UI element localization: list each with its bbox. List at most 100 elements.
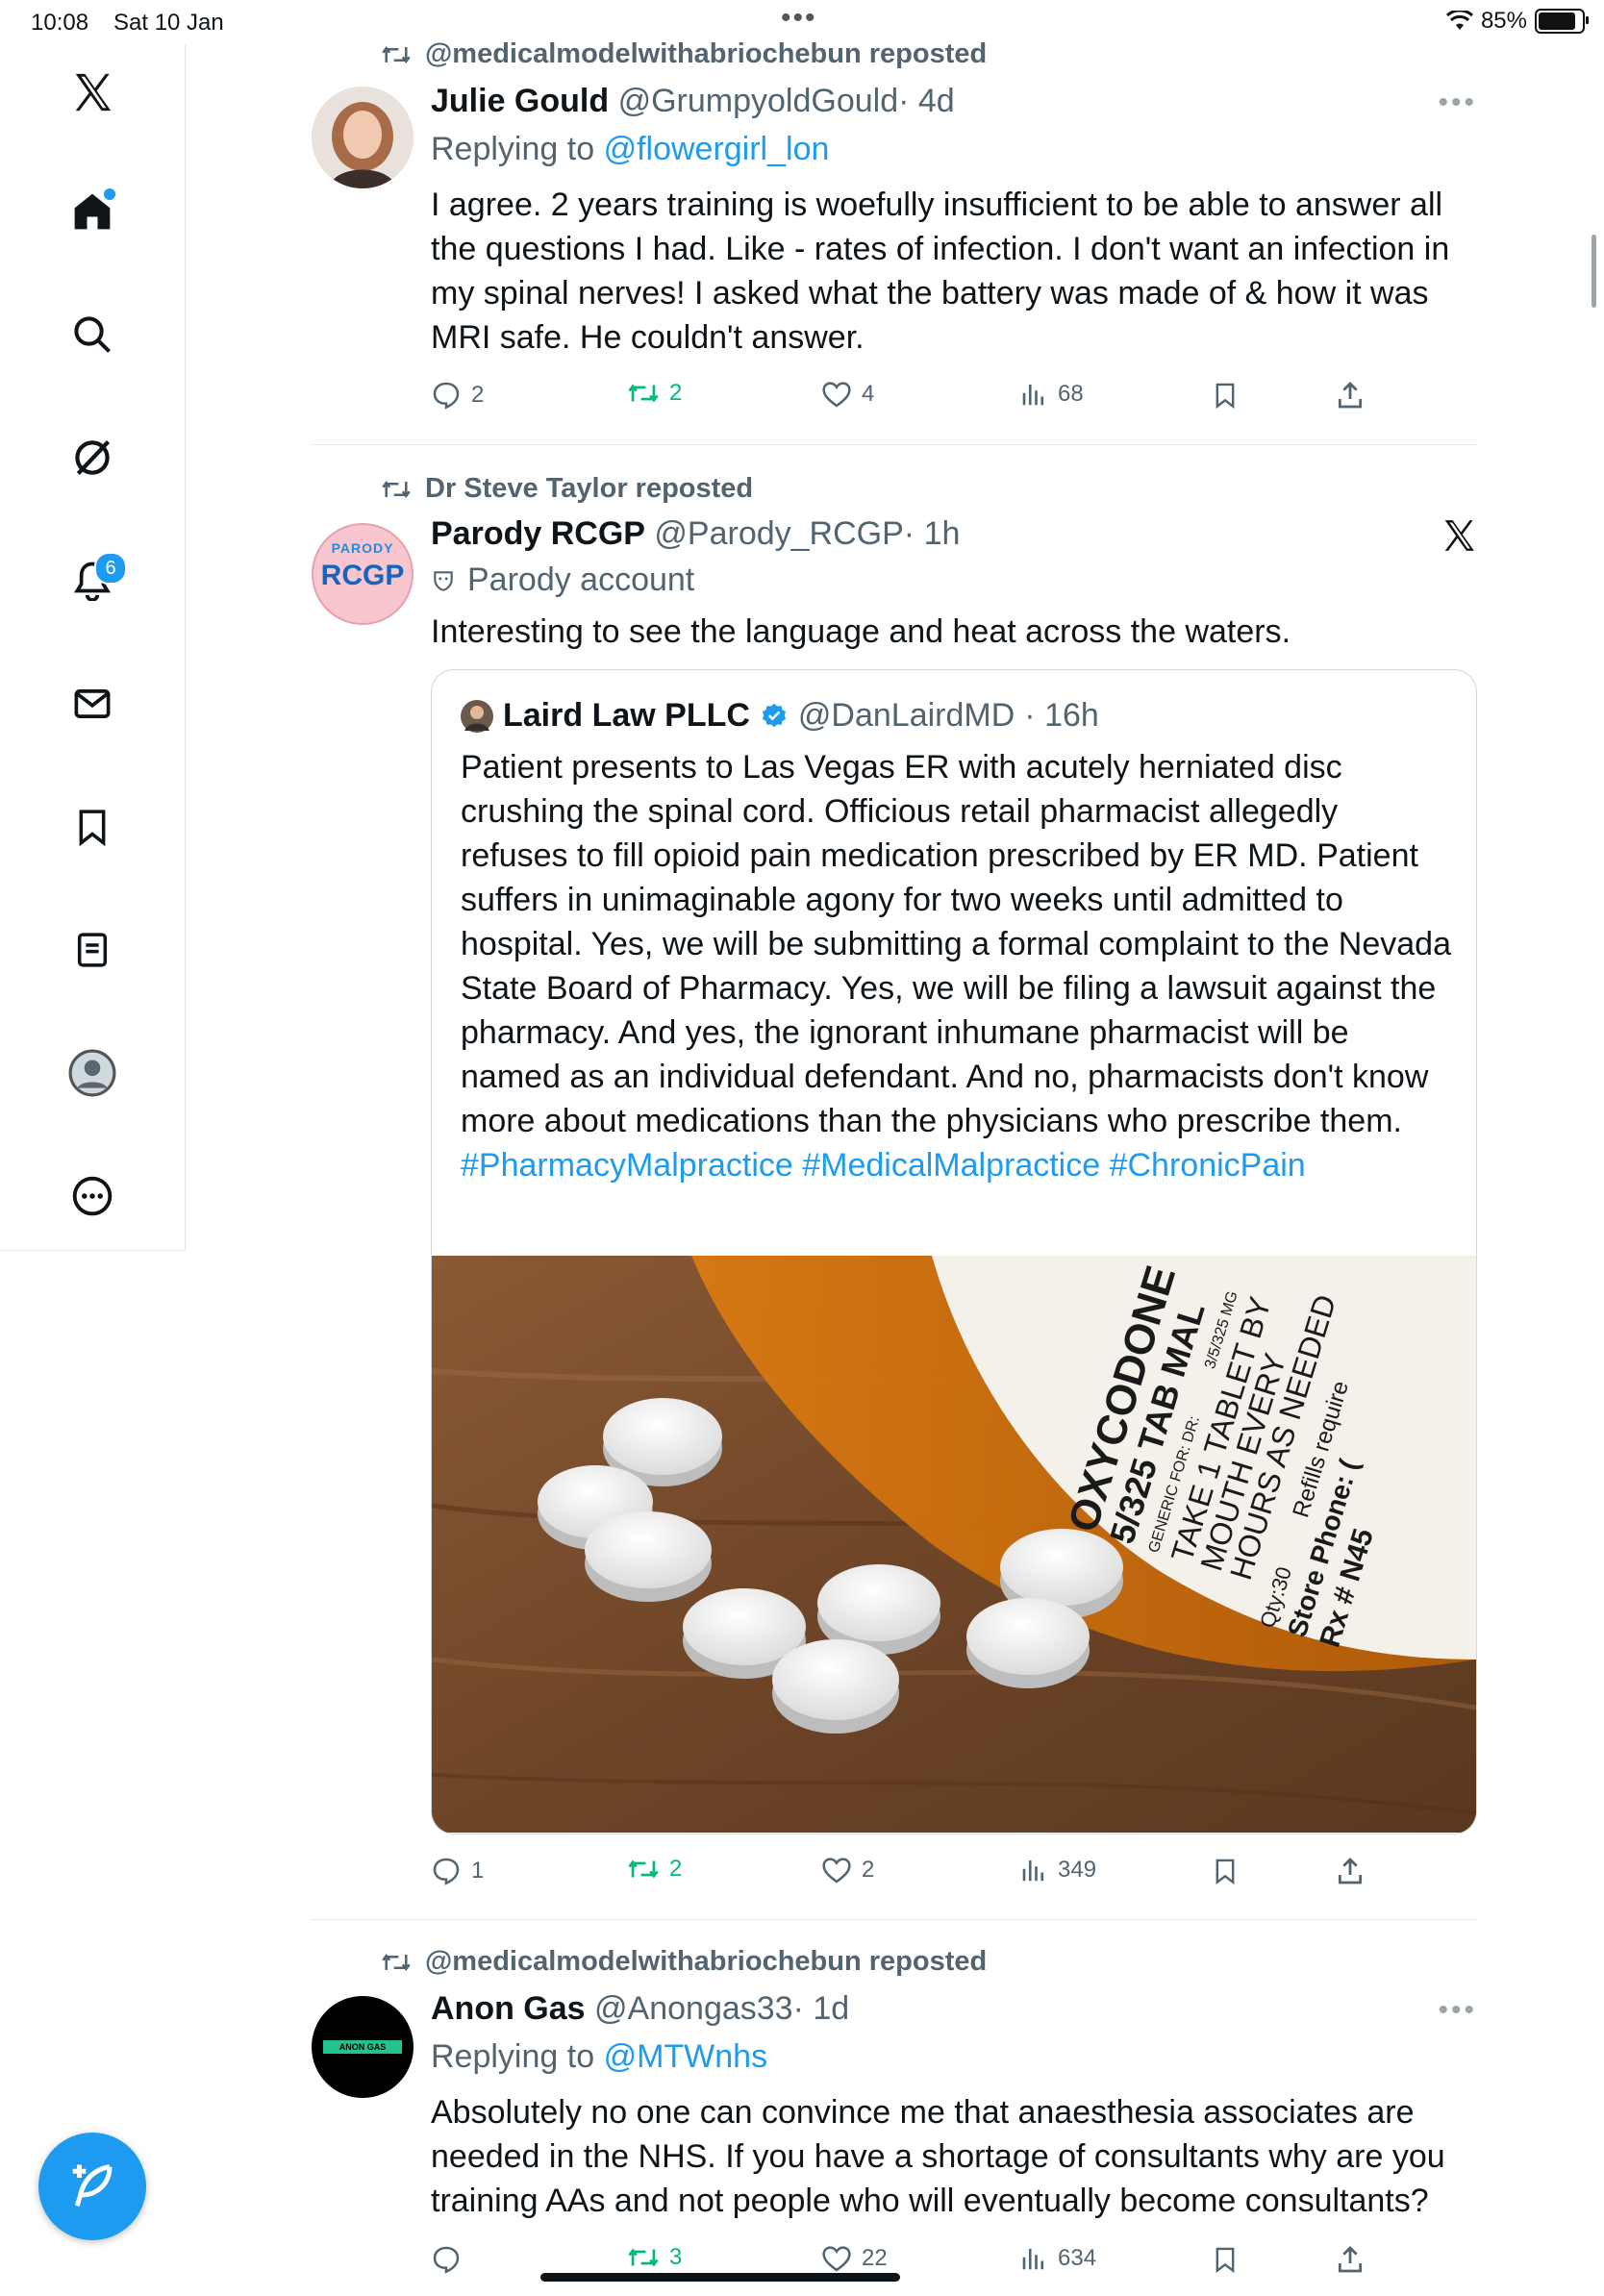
user-handle[interactable]: @GrumpyoldGould xyxy=(618,83,899,119)
repost-by-text: @medicalmodelwithabriochebun reposted xyxy=(425,1946,988,1977)
replying-to-label: Replying to xyxy=(431,2038,595,2075)
repost-button[interactable]: 2 xyxy=(627,1856,682,1883)
quoted-handle[interactable]: @DanLairdMD xyxy=(798,697,1015,735)
post-time[interactable]: · 1d xyxy=(793,1990,850,2027)
home-indicator[interactable] xyxy=(540,2273,900,2282)
compose-post-button[interactable] xyxy=(38,2133,146,2240)
sidebar-item-bookmarks[interactable] xyxy=(63,798,121,856)
views-count: 634 xyxy=(1058,2245,1097,2271)
reply-button[interactable]: 2 xyxy=(431,380,484,411)
sidebar-item-search[interactable] xyxy=(63,306,121,363)
like-button[interactable]: 2 xyxy=(821,1856,874,1884)
quoted-post[interactable]: Laird Law PLLC @DanLairdMD · 16h Patient … xyxy=(431,669,1477,1834)
x-logo-icon[interactable] xyxy=(63,63,121,121)
sidebar-item-grok[interactable] xyxy=(63,429,121,487)
notifications-badge: 6 xyxy=(94,552,127,585)
repost-icon xyxy=(382,1953,411,1971)
repost-button[interactable]: 3 xyxy=(627,2244,682,2271)
views-chart-icon xyxy=(1022,385,1044,406)
display-name[interactable]: Anon Gas xyxy=(431,1990,586,2027)
post-header: Julie Gould @GrumpyoldGould· 4d xyxy=(431,83,955,120)
status-right: 85% xyxy=(1445,8,1589,35)
profile-avatar-icon xyxy=(68,1049,116,1097)
views-chart-icon xyxy=(1022,2249,1044,2270)
post-text: I agree. 2 years training is woefully in… xyxy=(431,187,1450,356)
more-options-icon[interactable]: ••• xyxy=(1438,87,1477,119)
replying-to: Replying to @flowergirl_lon xyxy=(431,131,829,168)
repost-button[interactable]: 2 xyxy=(627,380,682,407)
like-count: 2 xyxy=(862,1857,875,1883)
home-unread-dot xyxy=(104,188,115,200)
user-handle[interactable]: @Anongas33 xyxy=(594,1990,793,2027)
quoted-post-text: Patient presents to Las Vegas ER with ac… xyxy=(461,745,1451,1187)
sidebar-item-lists[interactable] xyxy=(63,921,121,979)
action-bar: 1 2 2 349 xyxy=(431,1856,1392,1894)
avatar-parody-text: PARODY xyxy=(331,540,394,556)
bookmark-button[interactable] xyxy=(1212,2244,1239,2275)
repost-icon xyxy=(628,384,659,403)
views-button[interactable]: 634 xyxy=(1019,2244,1096,2273)
bookmark-button[interactable] xyxy=(1212,1856,1239,1886)
battery-icon xyxy=(1535,9,1589,34)
quoted-media-image[interactable]: OXYCODONE 5/325 TAB MAL 3/5/325 MG GENER… xyxy=(432,1256,1476,1833)
repost-indicator: @medicalmodelwithabriochebun reposted xyxy=(381,1946,987,1978)
user-handle[interactable]: @Parody_RCGP xyxy=(654,515,903,552)
repost-indicator: @medicalmodelwithabriochebun reposted xyxy=(381,38,987,70)
avatar[interactable]: ANON GAS xyxy=(312,1996,414,2098)
like-button[interactable]: 4 xyxy=(821,380,874,409)
like-count: 4 xyxy=(862,381,875,407)
battery-percent: 85% xyxy=(1480,8,1527,34)
views-button[interactable]: 68 xyxy=(1019,380,1084,409)
display-name[interactable]: Parody RCGP xyxy=(431,515,645,552)
bookmark-icon xyxy=(1216,2247,1235,2274)
more-circle-icon xyxy=(72,1176,113,1216)
verified-badge-icon xyxy=(762,703,787,727)
views-button[interactable]: 349 xyxy=(1019,1856,1096,1884)
like-count: 22 xyxy=(862,2245,888,2271)
sidebar-item-notifications[interactable]: 6 xyxy=(63,552,127,610)
sidebar-item-profile[interactable] xyxy=(63,1044,121,1102)
post-divider xyxy=(312,1919,1477,1920)
sidebar-item-more[interactable] xyxy=(63,1167,121,1225)
views-count: 349 xyxy=(1058,1857,1097,1883)
parody-account-text: Parody account xyxy=(467,562,695,598)
reply-handle-link[interactable]: @flowergirl_lon xyxy=(604,131,830,167)
post-julie-gould[interactable]: @medicalmodelwithabriochebun reposted Ju… xyxy=(312,38,1477,442)
bookmark-icon xyxy=(1216,383,1235,410)
avatar[interactable] xyxy=(312,87,414,188)
reply-handle-link[interactable]: @MTWnhs xyxy=(604,2038,768,2075)
post-time[interactable]: · 1h xyxy=(904,515,961,552)
reply-button[interactable] xyxy=(431,2244,471,2275)
post-parody-rcgp[interactable]: Dr Steve Taylor reposted PARODY RCGP Par… xyxy=(312,473,1477,1896)
quoted-post-header: Laird Law PLLC @DanLairdMD · 16h xyxy=(461,697,1099,735)
avatar[interactable]: PARODY RCGP xyxy=(312,523,414,625)
display-name[interactable]: Julie Gould xyxy=(431,83,609,119)
sidebar-item-home[interactable] xyxy=(63,183,121,240)
repost-icon xyxy=(628,2248,659,2267)
share-button[interactable] xyxy=(1335,1856,1366,1886)
like-button[interactable]: 22 xyxy=(821,2244,888,2273)
avatar-anon-gas-text: ANON GAS xyxy=(323,2040,402,2054)
scrollbar-thumb[interactable] xyxy=(1591,235,1596,308)
quoted-display-name[interactable]: Laird Law PLLC xyxy=(503,697,750,735)
reply-button[interactable]: 1 xyxy=(431,1856,484,1886)
grok-x-icon[interactable] xyxy=(1441,517,1477,559)
share-icon xyxy=(1338,2246,1363,2273)
post-time[interactable]: · 4d xyxy=(898,83,955,119)
repost-indicator: Dr Steve Taylor reposted xyxy=(381,473,753,505)
post-anon-gas[interactable]: @medicalmodelwithabriochebun reposted AN… xyxy=(312,1946,1477,2292)
quoted-hashtags[interactable]: #PharmacyMalpractice #MedicalMalpractice… xyxy=(461,1147,1306,1184)
search-icon xyxy=(74,316,111,353)
views-chart-icon xyxy=(1022,1860,1044,1882)
share-button[interactable] xyxy=(1335,2244,1366,2275)
replying-to-label: Replying to xyxy=(431,131,595,167)
reply-icon xyxy=(433,1858,460,1885)
reply-icon xyxy=(433,382,460,410)
sidebar-item-messages[interactable] xyxy=(63,675,121,733)
post-header: Parody RCGP @Parody_RCGP· 1h xyxy=(431,515,960,553)
quoted-time[interactable]: · 16h xyxy=(1024,697,1099,735)
more-options-icon[interactable]: ••• xyxy=(1438,1994,1477,2027)
bookmark-button[interactable] xyxy=(1212,380,1239,411)
multitasking-dots-icon[interactable]: ••• xyxy=(781,2,817,35)
share-button[interactable] xyxy=(1335,380,1366,411)
